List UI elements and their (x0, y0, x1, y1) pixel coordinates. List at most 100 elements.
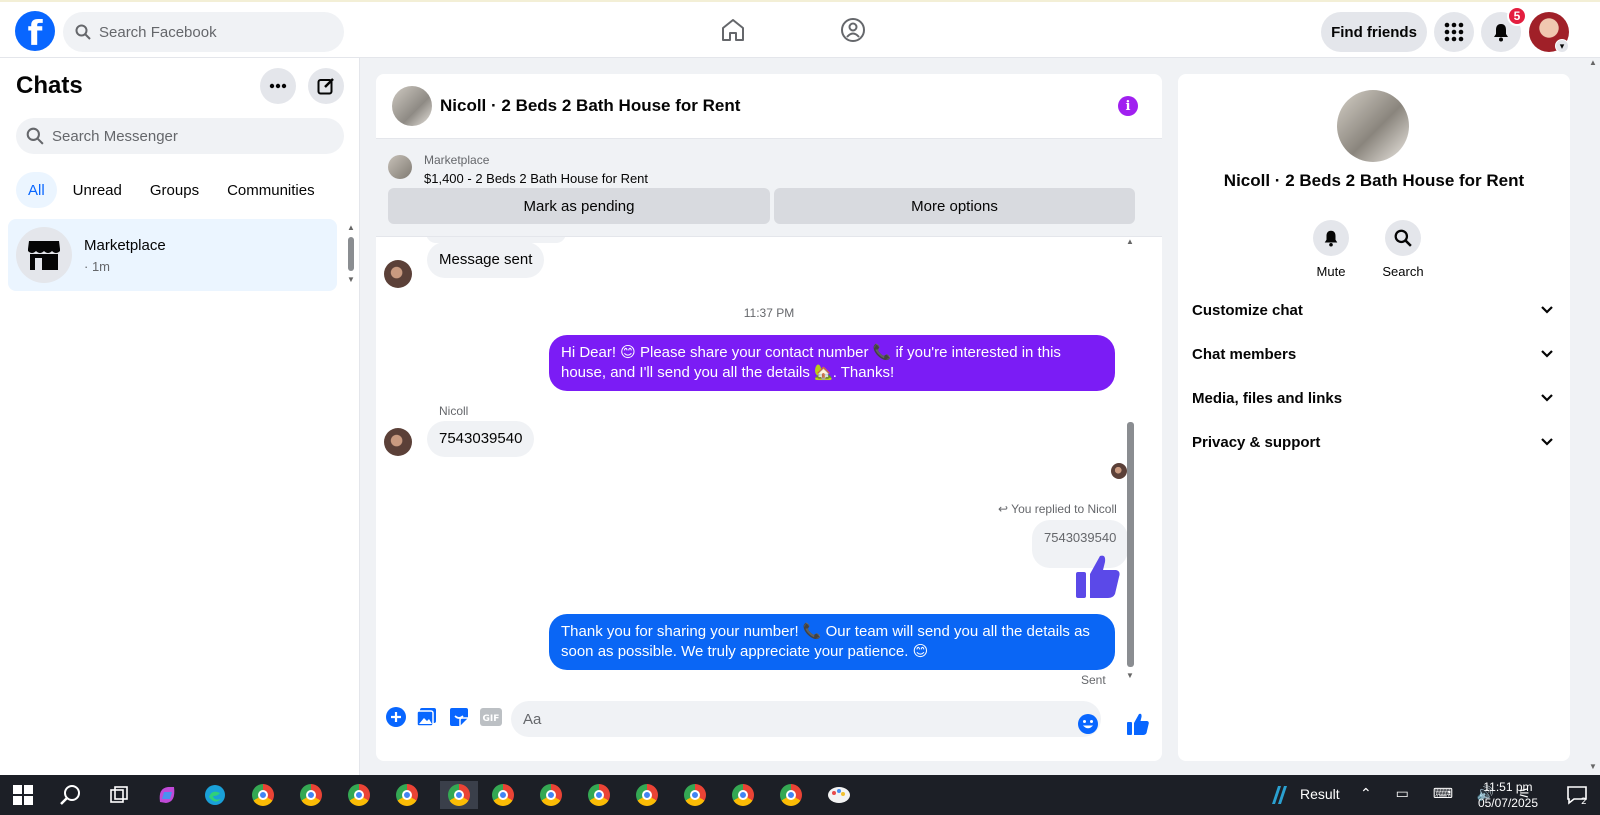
facebook-logo-icon[interactable]: f (15, 11, 55, 51)
marketplace-store-icon (16, 227, 72, 283)
like-send-icon[interactable] (1126, 712, 1150, 736)
section-label: Privacy & support (1192, 433, 1321, 451)
chat-time: · 1m (84, 258, 110, 274)
section-privacy-support[interactable]: Privacy & support (1192, 422, 1554, 462)
chat-details-panel: Nicoll · 2 Beds 2 Bath House for Rent Mu… (1178, 74, 1570, 761)
chrome-profile-icon[interactable] (680, 781, 710, 809)
scroll-up-arrow-icon[interactable]: ▲ (1126, 237, 1134, 246)
search-facebook-input[interactable]: Search Facebook (63, 12, 344, 52)
scroll-down-arrow-icon[interactable]: ▼ (347, 275, 355, 284)
scroll-up-arrow-icon[interactable]: ▲ (1589, 58, 1597, 67)
scroll-down-arrow-icon[interactable]: ▼ (1126, 671, 1134, 680)
filter-groups[interactable]: Groups (138, 172, 211, 208)
chrome-profile-icon[interactable] (392, 781, 422, 809)
message-composer: GIF Aa (376, 694, 1162, 746)
conversation-title[interactable]: Nicoll · 2 Beds 2 Bath House for Rent (440, 96, 740, 116)
more-options-button[interactable]: More options (774, 188, 1135, 224)
message-thread: Message sent 11:37 PM Hi Dear! 😊 Please … (376, 237, 1162, 697)
chat-details-name: Nicoll · 2 Beds 2 Bath House for Rent (1223, 171, 1525, 190)
filter-communities[interactable]: Communities (215, 172, 327, 208)
windows-taskbar: Result ⌃ ▭ ⌨ 🔊 ⚟ 11:51 pm 05/07/2025 2 (0, 775, 1600, 815)
page-scrollbar[interactable]: ▲ ▼ (1586, 58, 1600, 775)
filter-all[interactable]: All (16, 172, 57, 208)
message-bubble: Message sent (427, 242, 545, 278)
windows-start-icon[interactable] (8, 781, 38, 809)
search-icon (75, 24, 91, 40)
chat-details-avatar[interactable] (1337, 90, 1409, 162)
message-status: Sent (1081, 673, 1106, 687)
edge-browser-icon[interactable] (200, 781, 230, 809)
reply-arrow-icon: ↩ (998, 502, 1012, 516)
mute-label: Mute (1316, 264, 1346, 279)
taskbar-search-icon[interactable] (56, 781, 86, 809)
notification-center-icon[interactable]: 2 (1562, 781, 1592, 809)
bell-icon (1313, 220, 1349, 256)
scroll-down-arrow-icon[interactable]: ▼ (1589, 762, 1597, 771)
mark-as-pending-button[interactable]: Mark as pending (388, 188, 770, 224)
chrome-profile-icon[interactable] (632, 781, 662, 809)
account-chevron-down-icon[interactable]: ▾ (1555, 39, 1569, 53)
groups-icon[interactable] (838, 15, 868, 45)
gif-icon[interactable]: GIF (479, 705, 503, 729)
section-chat-members[interactable]: Chat members (1192, 334, 1554, 374)
search-facebook-placeholder: Search Facebook (99, 23, 217, 41)
copilot-icon[interactable] (152, 781, 182, 809)
weather-widget-icon[interactable] (1265, 781, 1295, 809)
search-messenger-input[interactable]: Search Messenger (16, 118, 344, 154)
chrome-profile-icon-active[interactable] (440, 781, 478, 809)
info-icon[interactable]: i (1118, 96, 1138, 116)
notification-badge: 5 (1507, 6, 1527, 26)
chrome-profile-icon[interactable] (536, 781, 566, 809)
taskbar-clock[interactable]: 11:51 pm 05/07/2025 (1478, 779, 1538, 811)
weather-widget-label[interactable]: Result (1300, 786, 1340, 802)
chrome-profile-icon[interactable] (728, 781, 758, 809)
listing-title[interactable]: $1,400 - 2 Beds 2 Bath House for Rent (424, 171, 648, 186)
thread-scrollbar[interactable]: ▲ ▼ (1126, 237, 1136, 687)
message-input[interactable]: Aa (511, 701, 1101, 737)
sidebar-scrollbar[interactable]: ▲ ▼ (347, 223, 355, 341)
sender-avatar[interactable] (384, 260, 412, 288)
task-view-icon[interactable] (104, 781, 134, 809)
chrome-profile-icon[interactable] (296, 781, 326, 809)
plus-circle-icon[interactable] (384, 705, 408, 729)
filter-unread[interactable]: Unread (61, 172, 134, 208)
home-icon[interactable] (718, 15, 748, 45)
conversation-avatar[interactable] (392, 86, 432, 126)
mute-button[interactable]: Mute (1301, 220, 1361, 279)
chats-heading: Chats (16, 72, 83, 99)
chrome-profile-icon[interactable] (776, 781, 806, 809)
read-receipt-avatar (1111, 463, 1127, 479)
chevron-down-icon (1540, 434, 1554, 451)
sticker-icon[interactable] (447, 705, 471, 729)
thumbs-up-like-icon (1074, 552, 1122, 605)
thread-scroll-thumb[interactable] (1127, 422, 1134, 667)
search-messenger-placeholder: Search Messenger (52, 127, 178, 145)
find-friends-button[interactable]: Find friends (1321, 12, 1427, 52)
menu-grid-icon[interactable] (1434, 12, 1474, 52)
photo-gallery-icon[interactable] (415, 705, 439, 729)
emoji-icon[interactable] (1076, 712, 1100, 736)
section-label: Chat members (1192, 345, 1297, 363)
more-options-ellipsis-icon[interactable] (260, 68, 296, 104)
new-message-compose-icon[interactable] (308, 68, 344, 104)
search-in-conversation-button[interactable]: Search (1373, 220, 1433, 279)
incoming-message-bubble: 7543039540 (427, 421, 535, 457)
chrome-icon[interactable] (248, 781, 278, 809)
chrome-profile-icon[interactable] (584, 781, 614, 809)
sidebar-scroll-thumb[interactable] (348, 237, 354, 271)
listing-thumbnail[interactable] (388, 155, 412, 179)
scroll-up-arrow-icon[interactable]: ▲ (347, 223, 355, 232)
clock-date: 05/07/2025 (1477, 796, 1538, 810)
paint-app-icon[interactable] (824, 781, 854, 809)
reply-indicator-text: You replied to Nicoll (1011, 502, 1117, 516)
section-customize-chat[interactable]: Customize chat (1192, 290, 1554, 330)
top-navigation-bar: f Search Facebook Find friends 5 ▾ (0, 0, 1600, 58)
section-media-files-links[interactable]: Media, files and links (1192, 378, 1554, 418)
chat-list-item-marketplace[interactable]: Marketplace · 1m (8, 219, 337, 291)
chevron-down-icon (1540, 346, 1554, 363)
sender-avatar[interactable] (384, 428, 412, 456)
chrome-profile-icon[interactable] (488, 781, 518, 809)
chats-sidebar: Chats Search Messenger All Unread Groups… (0, 58, 360, 775)
chrome-profile-icon[interactable] (344, 781, 374, 809)
marketplace-label: Marketplace (424, 153, 490, 167)
